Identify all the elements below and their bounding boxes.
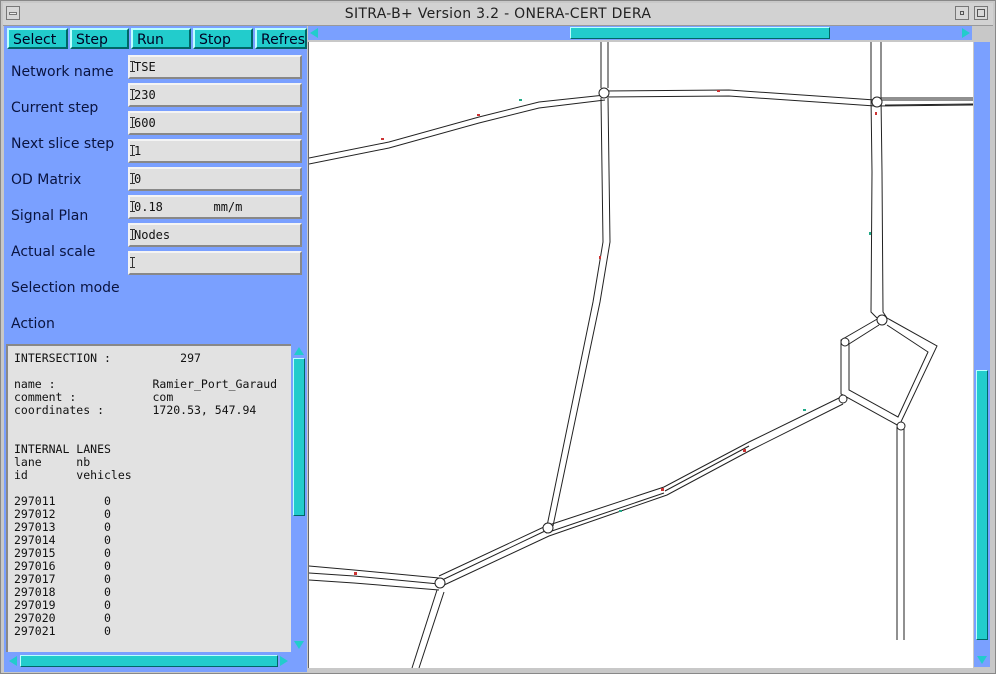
next-slice-step-label: Next slice step bbox=[11, 136, 115, 152]
od-matrix-field[interactable]: 1 bbox=[128, 139, 302, 163]
road-segment bbox=[441, 403, 844, 587]
road-segment bbox=[840, 317, 938, 427]
network-name-label: Network name bbox=[11, 64, 114, 80]
vehicle-marker bbox=[661, 488, 664, 491]
vehicle-marker bbox=[519, 99, 522, 101]
actual-scale-value: 0.18 mm/m bbox=[134, 200, 243, 214]
map-horizontal-scroll-thumb[interactable] bbox=[570, 27, 830, 39]
scroll-left-arrow-icon[interactable] bbox=[9, 656, 17, 666]
intersection-node[interactable] bbox=[871, 96, 883, 108]
current-step-value: 230 bbox=[134, 88, 156, 102]
road-segment bbox=[439, 530, 546, 582]
signal-plan-value: 0 bbox=[134, 172, 142, 186]
next-slice-step-value: 600 bbox=[134, 116, 156, 130]
vehicle-marker bbox=[803, 409, 806, 411]
vehicle-marker bbox=[354, 572, 357, 575]
info-vertical-scroll-thumb[interactable] bbox=[293, 358, 305, 516]
next-slice-step-field[interactable]: 600 bbox=[128, 111, 302, 135]
actual-scale-field[interactable]: 0.18 mm/m bbox=[128, 195, 302, 219]
network-name-value: TSE bbox=[134, 60, 156, 74]
signal-plan-field[interactable]: 0 bbox=[128, 167, 302, 191]
minimize-button[interactable] bbox=[955, 6, 969, 20]
road-segment bbox=[870, 42, 878, 319]
run-button[interactable]: Run bbox=[131, 28, 191, 49]
info-horizontal-scroll-thumb[interactable] bbox=[20, 655, 278, 667]
actual-scale-label: Actual scale bbox=[11, 244, 96, 260]
intersection-node[interactable] bbox=[542, 522, 554, 534]
stop-button[interactable]: Stop bbox=[193, 28, 253, 49]
selection-mode-label: Selection mode bbox=[11, 280, 120, 296]
text-cursor-icon bbox=[130, 173, 135, 184]
window-title: SITRA-B+ Version 3.2 - ONERA-CERT DERA bbox=[344, 6, 652, 22]
od-matrix-label: OD Matrix bbox=[11, 172, 82, 188]
select-button[interactable]: Select bbox=[7, 28, 68, 49]
title-bar: SITRA-B+ Version 3.2 - ONERA-CERT DERA bbox=[3, 3, 993, 26]
text-cursor-icon bbox=[130, 257, 135, 268]
control-panel: Select Step Run Stop Refresh Network nam… bbox=[4, 26, 307, 672]
corner-arrow-icon bbox=[959, 28, 969, 38]
road-segment bbox=[309, 579, 440, 591]
od-matrix-value: 1 bbox=[134, 144, 142, 158]
text-cursor-icon bbox=[130, 201, 135, 212]
road-segment bbox=[309, 99, 606, 165]
map-vertical-scroll-thumb[interactable] bbox=[976, 370, 988, 641]
vehicle-marker bbox=[717, 90, 720, 92]
road-segment bbox=[438, 397, 840, 577]
text-cursor-icon bbox=[130, 61, 135, 72]
text-cursor-icon bbox=[130, 117, 135, 128]
road-segment bbox=[848, 324, 929, 418]
info-text-area[interactable]: INTERSECTION : 297 name : Ramier_Port_Ga… bbox=[6, 344, 291, 652]
signal-plan-label: Signal Plan bbox=[11, 208, 89, 224]
step-button[interactable]: Step bbox=[70, 28, 129, 49]
road-segment bbox=[309, 94, 606, 159]
refresh-button[interactable]: Refresh bbox=[255, 28, 307, 49]
info-vertical-scrollbar[interactable] bbox=[292, 344, 306, 652]
network-name-field[interactable]: TSE bbox=[128, 55, 302, 79]
vehicle-marker bbox=[477, 114, 480, 116]
road-segment bbox=[880, 42, 888, 319]
maximize-button[interactable] bbox=[974, 6, 988, 20]
selection-mode-field[interactable]: Nodes bbox=[128, 223, 302, 247]
info-horizontal-scrollbar[interactable] bbox=[6, 654, 291, 668]
intersection-node[interactable] bbox=[838, 394, 848, 404]
road-segment bbox=[309, 565, 440, 579]
intersection-node[interactable] bbox=[876, 314, 888, 326]
road-segment bbox=[664, 445, 750, 492]
intersection-node[interactable] bbox=[896, 421, 906, 431]
road-segment bbox=[545, 492, 665, 534]
scroll-up-arrow-icon[interactable] bbox=[294, 347, 304, 355]
road-segment bbox=[411, 589, 438, 668]
scroll-down-arrow-icon[interactable] bbox=[977, 656, 987, 664]
intersection-info: INTERSECTION : 297 name : Ramier_Port_Ga… bbox=[14, 351, 278, 638]
text-cursor-icon bbox=[130, 229, 135, 240]
vehicle-marker bbox=[381, 138, 384, 140]
road-segment bbox=[309, 572, 440, 585]
intersection-node[interactable] bbox=[434, 577, 446, 589]
vehicle-marker bbox=[619, 510, 622, 512]
network-map[interactable] bbox=[308, 42, 973, 668]
vehicle-marker bbox=[743, 449, 746, 452]
vehicle-marker bbox=[875, 112, 877, 115]
vehicle-marker bbox=[599, 256, 601, 259]
current-step-label: Current step bbox=[11, 100, 99, 116]
app-window: SITRA-B+ Version 3.2 - ONERA-CERT DERA S… bbox=[0, 0, 996, 674]
map-vertical-scrollbar[interactable] bbox=[974, 42, 990, 667]
text-cursor-icon bbox=[130, 89, 135, 100]
action-field[interactable] bbox=[128, 251, 302, 275]
intersection-node[interactable] bbox=[598, 87, 610, 99]
intersection-node[interactable] bbox=[840, 337, 850, 347]
road-segment bbox=[546, 97, 604, 527]
road-network-canvas[interactable] bbox=[309, 42, 973, 668]
action-label: Action bbox=[11, 316, 55, 332]
text-cursor-icon bbox=[130, 145, 135, 156]
map-horizontal-scrollbar[interactable] bbox=[308, 26, 972, 40]
scroll-left-arrow-icon[interactable] bbox=[310, 28, 318, 38]
current-step-field[interactable]: 230 bbox=[128, 83, 302, 107]
selection-mode-value: Nodes bbox=[134, 228, 171, 242]
vehicle-marker bbox=[869, 232, 871, 235]
scroll-down-arrow-icon[interactable] bbox=[294, 641, 304, 649]
scroll-right-arrow-icon[interactable] bbox=[280, 656, 288, 666]
road-segment bbox=[418, 591, 445, 668]
